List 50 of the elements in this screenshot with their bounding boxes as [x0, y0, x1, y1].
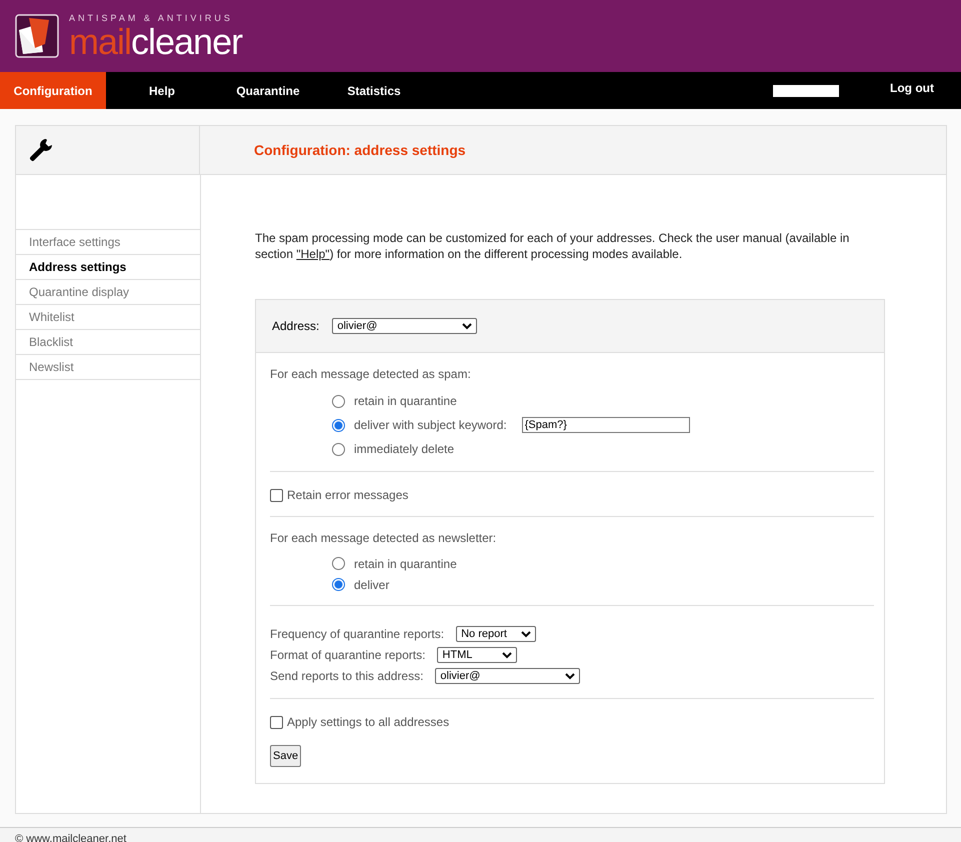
sidebar-item[interactable]: Quarantine display [16, 279, 200, 304]
report-dropdown[interactable]: olivier@ [435, 668, 580, 684]
sidebar-item[interactable]: Newslist [16, 354, 200, 380]
envelope-logo-icon [15, 14, 59, 58]
caret-icon [462, 322, 472, 330]
radio-button[interactable] [332, 418, 345, 432]
address-dropdown[interactable]: olivier@ [332, 318, 478, 334]
checkbox-label: Apply settings to all addresses [287, 715, 450, 729]
sidebar-item[interactable]: Whitelist [16, 304, 200, 329]
checkbox-label: Retain error messages [287, 488, 408, 502]
option-label: retain in quarantine [354, 556, 457, 570]
redacted-username [773, 84, 840, 96]
checkbox[interactable] [270, 716, 283, 728]
footer-text: © www.mailcleaner.net [15, 832, 126, 842]
option-label: immediately delete [354, 442, 454, 456]
logout-link[interactable]: Log out [890, 81, 934, 95]
caret-icon [565, 672, 576, 680]
radio-button[interactable] [332, 394, 345, 408]
logo-wordmark: mailcleaner [69, 24, 242, 60]
save-button[interactable]: Save [270, 745, 302, 767]
keyword-input[interactable]: {Spam?} [522, 417, 690, 433]
option-label: retain in quarantine [354, 394, 457, 408]
report-dropdown[interactable]: HTML [437, 647, 518, 663]
sidebar-item[interactable]: Address settings [16, 254, 200, 279]
logo-tagline: ANTISPAM & ANTIVIRUS [69, 12, 234, 24]
report-setting-label: Frequency of quarantine reports: [270, 627, 444, 641]
checkbox[interactable] [270, 488, 283, 502]
nav-tab[interactable]: Statistics [318, 72, 430, 109]
radio-button[interactable] [332, 557, 345, 570]
radio-button[interactable] [332, 442, 345, 456]
address-label: Address: [272, 319, 320, 333]
report-setting-label: Send reports to this address: [270, 669, 424, 683]
wrench-icon [28, 137, 54, 163]
intro-text: The spam processing mode can be customized for each of your addresses. Check the user manual (available in section "Help") for more information on the different processing modes available. [255, 230, 850, 262]
caret-icon [502, 652, 512, 658]
sidebar-item[interactable]: Interface settings [16, 229, 200, 254]
nav-tab[interactable]: Quarantine [218, 72, 318, 109]
spam-heading: For each message detected as spam: [270, 367, 472, 381]
nav-tab[interactable]: Configuration [0, 72, 106, 109]
report-setting-label: Format of quarantine reports: [270, 648, 426, 662]
report-dropdown[interactable]: No report [456, 626, 536, 642]
page-title: Configuration: address settings [254, 142, 466, 158]
option-label: deliver with subject keyword: [354, 418, 507, 432]
sidebar-item[interactable]: Blacklist [16, 329, 200, 354]
help-link[interactable]: "Help" [296, 247, 330, 261]
newsletter-heading: For each message detected as newsletter: [270, 531, 498, 545]
option-label: deliver [354, 578, 390, 592]
nav-tab[interactable]: Help [106, 72, 218, 109]
caret-icon [521, 630, 532, 638]
radio-button[interactable] [332, 578, 345, 591]
